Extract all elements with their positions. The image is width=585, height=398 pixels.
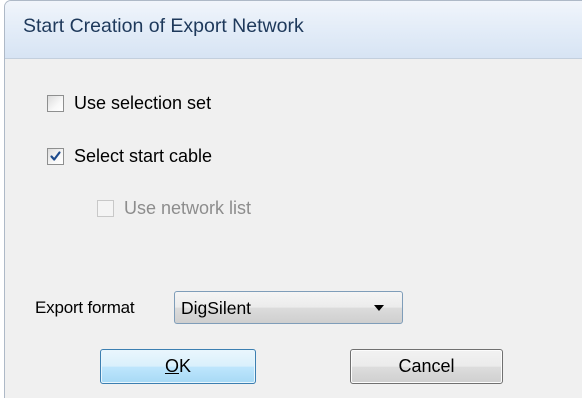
export-format-label: Export format bbox=[35, 298, 135, 317]
select-start-cable-label[interactable]: Select start cable bbox=[74, 146, 212, 167]
cancel-button-label: Cancel bbox=[398, 356, 455, 376]
dialog-titlebar[interactable]: Start Creation of Export Network bbox=[5, 1, 582, 59]
select-start-cable-checkbox[interactable] bbox=[47, 148, 64, 165]
select-start-cable-option[interactable]: Select start cable bbox=[47, 146, 212, 167]
export-format-dropdown[interactable]: DigSilent bbox=[174, 291, 403, 324]
use-selection-set-label[interactable]: Use selection set bbox=[74, 93, 211, 114]
export-network-dialog: Start Creation of Export Network Use sel… bbox=[4, 0, 582, 398]
export-format-selected-value: DigSilent bbox=[181, 298, 252, 318]
chevron-down-icon[interactable] bbox=[374, 305, 384, 311]
use-selection-set-option[interactable]: Use selection set bbox=[47, 93, 211, 114]
use-network-list-checkbox bbox=[97, 200, 114, 217]
use-selection-set-checkbox[interactable] bbox=[47, 95, 64, 112]
cancel-button[interactable]: Cancel bbox=[350, 349, 503, 384]
dialog-title: Start Creation of Export Network bbox=[23, 15, 304, 37]
checkmark-icon bbox=[50, 151, 61, 161]
use-network-list-label: Use network list bbox=[124, 198, 252, 218]
use-network-list-option: Use network list bbox=[97, 198, 251, 219]
ok-button[interactable]: OK bbox=[100, 349, 256, 384]
ok-button-mnemonic: O bbox=[164, 356, 179, 376]
ok-button-label: K bbox=[179, 356, 192, 376]
